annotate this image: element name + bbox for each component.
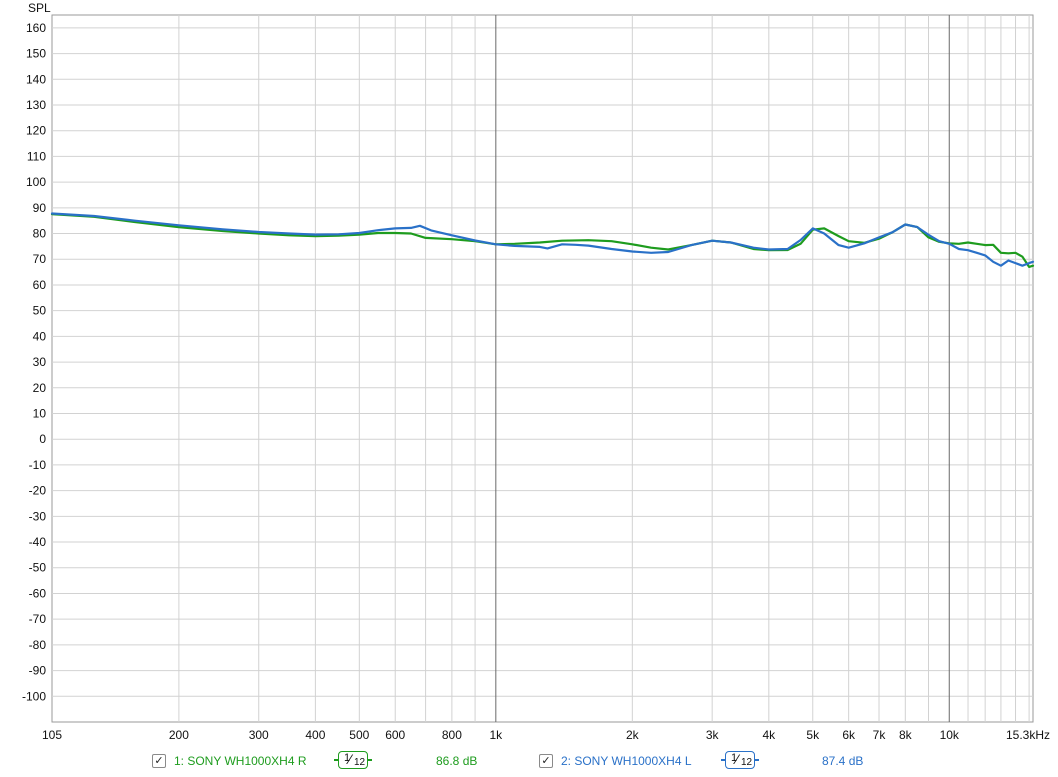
x-tick-label: 5k	[806, 728, 820, 742]
x-tick-label: 3k	[706, 728, 720, 742]
x-tick-label: 7k	[873, 728, 887, 742]
y-tick-label: -50	[29, 561, 47, 575]
series-2-level: 87.4 dB	[822, 754, 864, 768]
y-tick-label: -90	[29, 664, 47, 678]
y-tick-label: 10	[33, 406, 47, 420]
series-1-checkbox[interactable]: ✓	[152, 754, 166, 768]
smoothing-denominator: 12	[741, 757, 753, 768]
y-tick-labels: 1601501401301201101009080706050403020100…	[22, 21, 46, 703]
y-tick-label: -30	[29, 509, 47, 523]
x-tick-label: 6k	[842, 728, 856, 742]
legend-item-1[interactable]: ✓ 1: SONY WH1000XH4 R	[152, 748, 307, 774]
y-tick-label: 120	[26, 124, 46, 138]
y-tick-label: 40	[33, 329, 47, 343]
y-tick-label: -10	[29, 458, 47, 472]
y-tick-label: 60	[33, 278, 47, 292]
x-tick-label: 105	[42, 728, 62, 742]
y-tick-label: 50	[33, 304, 47, 318]
x-tick-labels: 105 200 300 400 500 600 800 1k 2k 3k 4k 5k 6k 7k 8k 10k…	[42, 728, 1050, 742]
frequency-response-chart: SPL 160150140130120110100908070605040302…	[22, 1, 1050, 742]
x-tick-label: 300	[249, 728, 269, 742]
y-tick-label: -100	[22, 689, 46, 703]
legend-item-2[interactable]: ✓ 2: SONY WH1000XH4 L	[539, 748, 692, 774]
x-tick-label: 8k	[899, 728, 913, 742]
series-1-name[interactable]: 1: SONY WH1000XH4 R	[174, 754, 307, 768]
y-tick-label: -60	[29, 586, 47, 600]
x-tick-label: 10k	[940, 728, 960, 742]
y-tick-label: 30	[33, 355, 47, 369]
y-tick-label: 90	[33, 201, 47, 215]
smoothing-stub-right	[368, 759, 372, 761]
y-tick-label: 140	[26, 72, 46, 86]
series-2-name[interactable]: 2: SONY WH1000XH4 L	[561, 754, 692, 768]
x-tick-label: 15.3kHz	[1006, 728, 1050, 742]
y-tick-label: 80	[33, 227, 47, 241]
y-tick-label: 70	[33, 252, 47, 266]
x-tick-label: 4k	[762, 728, 776, 742]
series-1-smoothing-control[interactable]: 1 ⁄ 12	[334, 751, 372, 769]
y-tick-label: -20	[29, 484, 47, 498]
y-tick-label: -40	[29, 535, 47, 549]
y-tick-label: 110	[27, 149, 46, 163]
x-tick-label: 200	[169, 728, 189, 742]
y-tick-label: -80	[29, 638, 47, 652]
x-tick-label: 2k	[626, 728, 640, 742]
series-2-smoothing-control[interactable]: 1 ⁄ 12	[721, 751, 759, 769]
x-tick-label: 800	[442, 728, 462, 742]
y-tick-label: 100	[26, 175, 46, 189]
y-tick-label: 160	[26, 21, 46, 35]
y-tick-label: 20	[33, 381, 47, 395]
smoothing-slash: ⁄	[349, 751, 352, 767]
legend: ✓ 1: SONY WH1000XH4 R 1 ⁄ 12 86.8 dB ✓ 2…	[0, 748, 1058, 774]
series-2-checkbox[interactable]: ✓	[539, 754, 553, 768]
smoothing-stub-left	[721, 759, 725, 761]
y-axis-label: SPL	[28, 1, 51, 15]
smoothing-stub-right	[755, 759, 759, 761]
x-tick-label: 400	[305, 728, 325, 742]
x-tick-label: 1k	[489, 728, 503, 742]
y-tick-label: 0	[39, 432, 46, 446]
plot-background	[51, 14, 1034, 723]
x-tick-label: 600	[385, 728, 405, 742]
smoothing-stub-left	[334, 759, 338, 761]
y-tick-label: -70	[29, 612, 47, 626]
y-tick-label: 130	[26, 98, 46, 112]
y-tick-label: 150	[26, 47, 46, 61]
smoothing-denominator: 12	[354, 757, 366, 768]
series-1-level: 86.8 dB	[436, 754, 478, 768]
smoothing-slash: ⁄	[736, 751, 739, 767]
x-tick-label: 500	[349, 728, 369, 742]
